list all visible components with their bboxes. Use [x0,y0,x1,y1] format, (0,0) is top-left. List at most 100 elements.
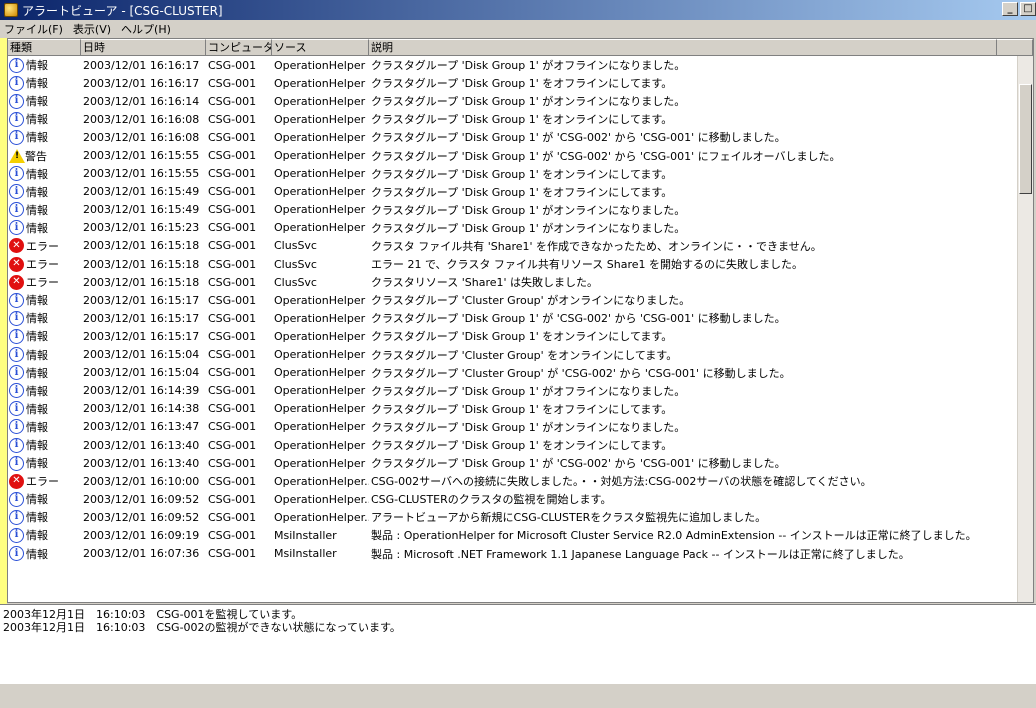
column-header-type[interactable]: 種類 [8,39,81,56]
column-header-datetime[interactable]: 日時 [81,39,206,56]
table-row[interactable]: i 情報 2003/12/01 16:16:17 CSG-001 OperationHe… [8,74,1018,92]
description-cell: クラスタグループ 'Disk Group 1' がオフラインになりました。 [371,384,686,398]
warning-icon: ! [9,148,25,163]
datetime-cell: 2003/12/01 16:16:08 [83,130,200,144]
table-row[interactable]: i 情報 2003/12/01 16:13:40 CSG-001 OperationHe… [8,436,1018,454]
table-row[interactable]: i 情報 2003/12/01 16:13:40 CSG-001 OperationHe… [8,454,1018,472]
menu-view[interactable]: 表示(V) [73,21,111,37]
description-cell: クラスタグループ 'Disk Group 1' をオンラインにしてます。 [371,167,673,181]
table-row[interactable]: i 情報 2003/12/01 16:15:17 CSG-001 OperationHe… [8,309,1018,327]
minimize-button[interactable]: _ [1002,2,1018,16]
table-row[interactable]: i 情報 2003/12/01 16:15:55 CSG-001 OperationHe… [8,165,1018,183]
table-row[interactable]: i 情報 2003/12/01 16:14:39 CSG-001 OperationHe… [8,382,1018,400]
datetime-cell: 2003/12/01 16:15:17 [83,329,200,343]
info-icon: i [9,166,24,182]
column-header-source[interactable]: ソース [272,39,369,56]
table-row[interactable]: ✕ エラー 2003/12/01 16:15:18 CSG-001 ClusSvc クラス… [8,237,1018,255]
table-row[interactable]: i 情報 2003/12/01 16:16:08 CSG-001 OperationHe… [8,128,1018,146]
datetime-cell: 2003/12/01 16:13:40 [83,438,200,452]
computer-cell: CSG-001 [208,257,257,271]
info-icon: i [9,527,24,543]
column-header-computer[interactable]: コンピュータ [206,39,272,56]
table-row[interactable]: ✕ エラー 2003/12/01 16:15:18 CSG-001 ClusSvc クラス… [8,273,1018,291]
menu-file[interactable]: ファイル(F) [4,21,63,37]
description-cell: クラスタグループ 'Disk Group 1' をオフラインにしてます。 [371,185,673,199]
column-header-description[interactable]: 説明 [369,39,997,56]
table-row[interactable]: i 情報 2003/12/01 16:15:23 CSG-001 OperationHe… [8,219,1018,237]
error-icon: ✕ [9,256,24,272]
table-row[interactable]: ! 警告 2003/12/01 16:15:55 CSG-001 OperationHe… [8,146,1018,164]
type-cell: i 情報 [8,202,81,218]
type-cell: i 情報 [8,383,81,399]
description-cell: クラスタグループ 'Disk Group 1' が 'CSG-002' から '… [371,457,786,471]
table-row[interactable]: i 情報 2003/12/01 16:15:17 CSG-001 OperationHe… [8,291,1018,309]
description-cell: クラスタグループ 'Disk Group 1' がオンラインになりました。 [371,95,686,109]
description-cell: 製品 : OperationHelper for Microsoft Clust… [371,529,977,543]
source-cell: ClusSvc [274,239,317,253]
type-label: 情報 [26,203,48,217]
info-icon: i [9,546,24,562]
type-label: 情報 [26,384,48,398]
type-label: 情報 [26,439,48,453]
table-row[interactable]: i 情報 2003/12/01 16:09:19 CSG-001 MsiInstalle… [8,526,1018,544]
table-row[interactable]: i 情報 2003/12/01 16:14:38 CSG-001 OperationHe… [8,400,1018,418]
scrollbar-thumb[interactable] [1019,84,1032,194]
computer-cell: CSG-001 [208,221,257,235]
datetime-cell: 2003/12/01 16:15:17 [83,311,200,325]
source-cell: OperationHelper [274,167,366,181]
computer-cell: CSG-001 [208,130,257,144]
source-cell: MsiInstaller [274,547,337,561]
type-cell: ✕ エラー [8,238,81,254]
type-label: 情報 [26,185,48,199]
info-icon: i [9,365,24,381]
type-cell: i 情報 [8,527,81,543]
computer-cell: CSG-001 [208,112,257,126]
status-bar [0,684,1036,708]
info-icon: i [9,220,24,236]
datetime-cell: 2003/12/01 16:07:36 [83,547,200,561]
info-icon: i [9,437,24,453]
type-cell: i 情報 [8,491,81,507]
datetime-cell: 2003/12/01 16:13:40 [83,456,200,470]
type-label: 情報 [26,294,48,308]
description-cell: CSG-CLUSTERのクラスタの監視を開始します。 [371,493,612,507]
table-row[interactable]: i 情報 2003/12/01 16:15:49 CSG-001 OperationHe… [8,201,1018,219]
vertical-scrollbar[interactable] [1017,56,1033,602]
menu-help[interactable]: ヘルプ(H) [121,21,171,37]
description-cell: クラスタグループ 'Disk Group 1' がオンラインになりました。 [371,203,686,217]
computer-cell: CSG-001 [208,203,257,217]
table-row[interactable]: i 情報 2003/12/01 16:16:14 CSG-001 OperationHe… [8,92,1018,110]
table-row[interactable]: ✕ エラー 2003/12/01 16:10:00 CSG-001 OperationH… [8,472,1018,490]
alert-list[interactable]: 種類 日時 コンピュータ ソース 説明 i 情報 2003/12/01 16:16:… [7,38,1034,603]
table-row[interactable]: i 情報 2003/12/01 16:13:47 CSG-001 OperationHe… [8,418,1018,436]
table-row[interactable]: i 情報 2003/12/01 16:15:49 CSG-001 OperationHe… [8,183,1018,201]
table-row[interactable]: i 情報 2003/12/01 16:15:04 CSG-001 OperationHe… [8,364,1018,382]
description-cell: クラスタ ファイル共有 'Share1' を作成できなかったため、オンラインに・… [371,239,822,253]
maximize-button[interactable]: □ [1020,2,1036,16]
type-label: 情報 [26,511,48,525]
source-cell: OperationHelper [274,185,366,199]
type-cell: i 情報 [8,328,81,344]
source-cell: OperationHelper [274,420,366,434]
source-cell: OperationHelper [274,58,366,72]
type-cell: i 情報 [8,111,81,127]
table-row[interactable]: i 情報 2003/12/01 16:15:04 CSG-001 OperationHe… [8,346,1018,364]
type-label: 情報 [26,113,48,127]
table-row[interactable]: i 情報 2003/12/01 16:16:17 CSG-001 OperationHe… [8,56,1018,74]
type-label: 情報 [26,312,48,326]
type-cell: i 情報 [8,310,81,326]
table-row[interactable]: ✕ エラー 2003/12/01 16:15:18 CSG-001 ClusSvc エラー… [8,255,1018,273]
description-cell: クラスタグループ 'Disk Group 1' がオンラインになりました。 [371,420,686,434]
type-label: 情報 [26,493,48,507]
table-row[interactable]: i 情報 2003/12/01 16:09:52 CSG-001 OperationHe… [8,508,1018,526]
description-cell: クラスタリソース 'Share1' は失敗しました。 [371,276,599,290]
table-row[interactable]: i 情報 2003/12/01 16:16:08 CSG-001 OperationHe… [8,110,1018,128]
type-cell: i 情報 [8,166,81,182]
datetime-cell: 2003/12/01 16:09:52 [83,510,200,524]
description-cell: クラスタグループ 'Disk Group 1' をオフラインにしてます。 [371,402,673,416]
computer-cell: CSG-001 [208,311,257,325]
table-row[interactable]: i 情報 2003/12/01 16:07:36 CSG-001 MsiInstalle… [8,545,1018,563]
info-icon: i [9,202,24,218]
table-row[interactable]: i 情報 2003/12/01 16:09:52 CSG-001 OperationHe… [8,490,1018,508]
table-row[interactable]: i 情報 2003/12/01 16:15:17 CSG-001 OperationHe… [8,327,1018,345]
